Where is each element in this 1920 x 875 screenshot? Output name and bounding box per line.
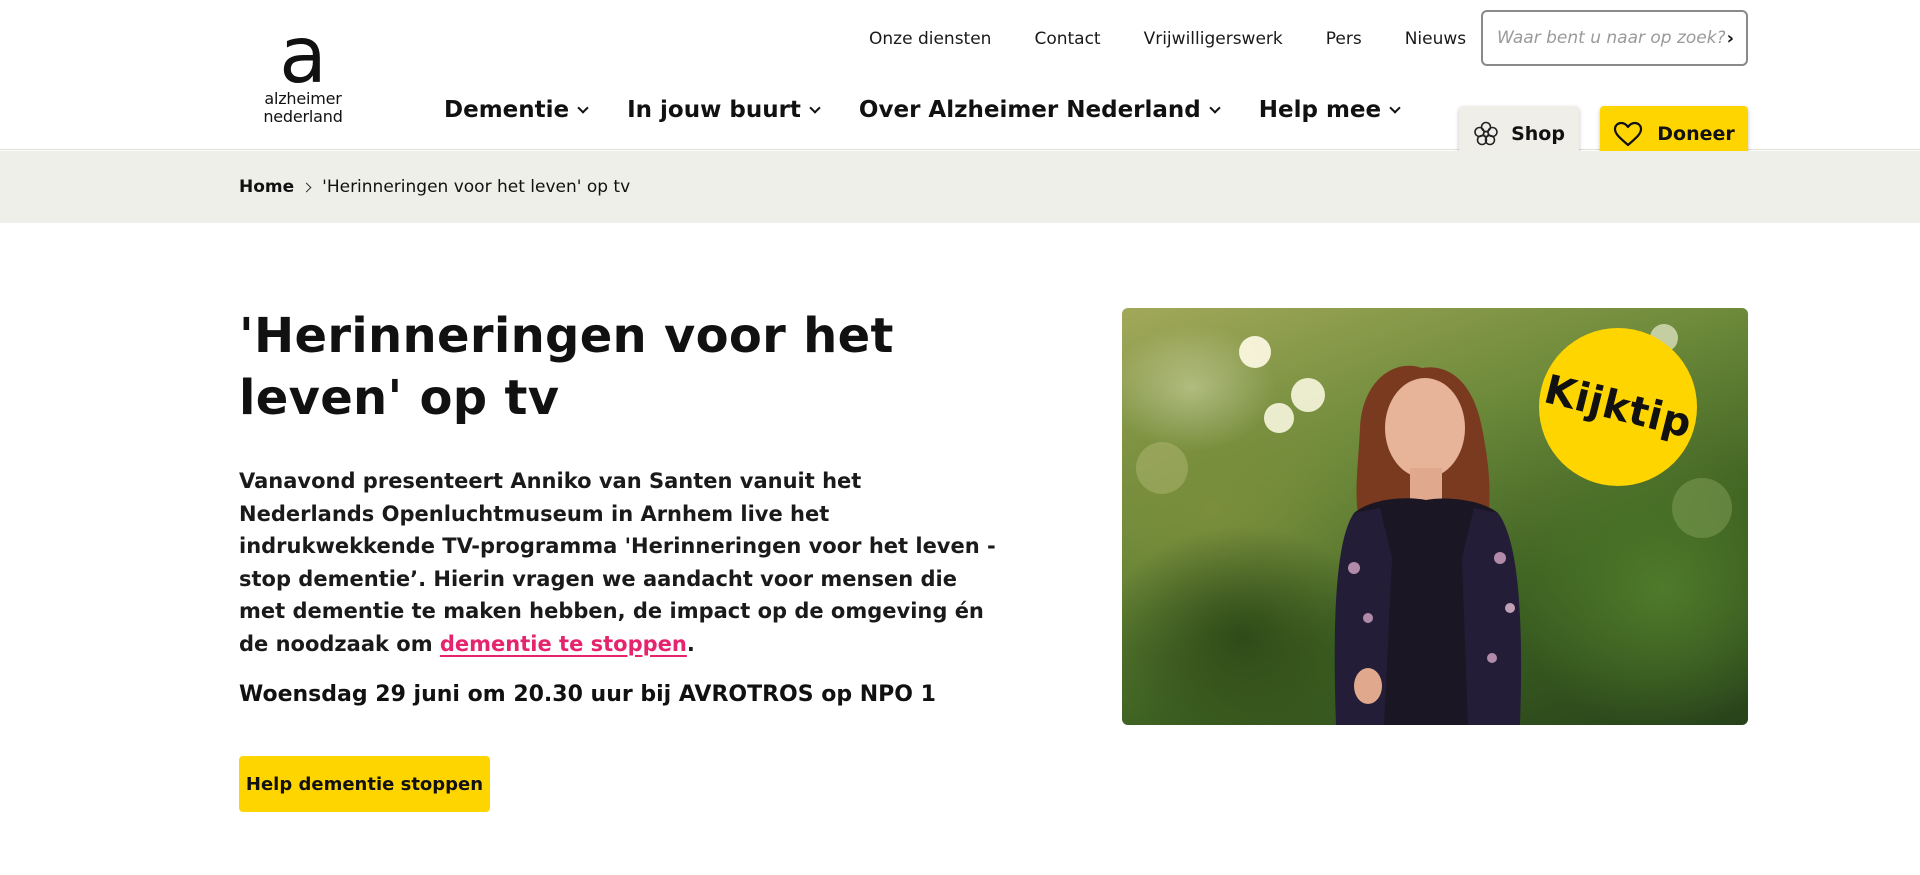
heart-icon — [1614, 121, 1643, 147]
chevron-right-icon[interactable]: › — [1727, 28, 1734, 49]
topnav-nieuws[interactable]: Nieuws — [1405, 27, 1466, 51]
mainnav-help-mee[interactable]: Help mee — [1258, 97, 1401, 123]
chevron-down-icon — [809, 102, 821, 114]
topnav-onze-diensten[interactable]: Onze diensten — [869, 27, 991, 51]
breadcrumb-home[interactable]: Home — [239, 177, 294, 197]
kijktip-badge: Kijktip — [1539, 328, 1697, 486]
main-navigation: Dementie In jouw buurt Over Alzheimer Ne… — [444, 97, 1439, 123]
breadcrumb: Home 'Herinneringen voor het leven' op t… — [0, 151, 1920, 223]
chevron-down-icon — [1209, 102, 1221, 114]
mainnav-in-jouw-buurt[interactable]: In jouw buurt — [627, 97, 821, 123]
chevron-down-icon — [1389, 102, 1401, 114]
site-header: a alzheimer nederland Onze diensten Cont… — [0, 0, 1920, 162]
mainnav-label: In jouw buurt — [627, 97, 801, 123]
site-logo[interactable]: a alzheimer nederland — [261, 11, 345, 132]
topnav-contact[interactable]: Contact — [1034, 27, 1100, 51]
mainnav-label: Over Alzheimer Nederland — [858, 97, 1201, 123]
kijktip-label: Kijktip — [1539, 366, 1697, 448]
logo-line-2: nederland — [263, 107, 343, 126]
shop-label: Shop — [1511, 123, 1565, 145]
search-box: › — [1481, 10, 1748, 66]
doneer-label: Doneer — [1657, 123, 1735, 145]
flower-icon — [1474, 121, 1498, 146]
logo-mark: a — [279, 11, 327, 101]
topnav-vrijwilligerswerk[interactable]: Vrijwilligerswerk — [1144, 27, 1283, 51]
broadcast-date: Woensdag 29 juni om 20.30 uur bij AVROTR… — [239, 682, 936, 707]
breadcrumb-current: 'Herinneringen voor het leven' op tv — [322, 177, 631, 197]
logo-line-1: alzheimer — [264, 89, 342, 108]
chevron-down-icon — [577, 102, 589, 114]
intro-paragraph: Vanavond presenteert Anniko van Santen v… — [239, 465, 999, 660]
mainnav-label: Dementie — [444, 97, 570, 123]
mainnav-dementie[interactable]: Dementie — [444, 97, 589, 123]
logo-wordmark: alzheimer nederland — [263, 89, 343, 126]
mainnav-label: Help mee — [1258, 97, 1382, 123]
page-title: 'Herinneringen voor het leven' op tv — [239, 308, 894, 426]
mainnav-over-alzheimer-nederland[interactable]: Over Alzheimer Nederland — [858, 97, 1221, 123]
top-navigation: Onze diensten Contact Vrijwilligerswerk … — [869, 27, 1466, 51]
intro-end: . — [686, 631, 695, 656]
dementie-stoppen-link[interactable]: dementie te stoppen — [440, 632, 687, 656]
topnav-pers[interactable]: Pers — [1326, 27, 1362, 51]
search-input[interactable] — [1495, 27, 1727, 49]
help-dementie-stoppen-button[interactable]: Help dementie stoppen — [239, 756, 490, 812]
intro-text: Vanavond presenteert Anniko van Santen v… — [239, 469, 996, 656]
chevron-right-icon — [301, 182, 312, 192]
hero-image: Kijktip — [1122, 308, 1748, 725]
